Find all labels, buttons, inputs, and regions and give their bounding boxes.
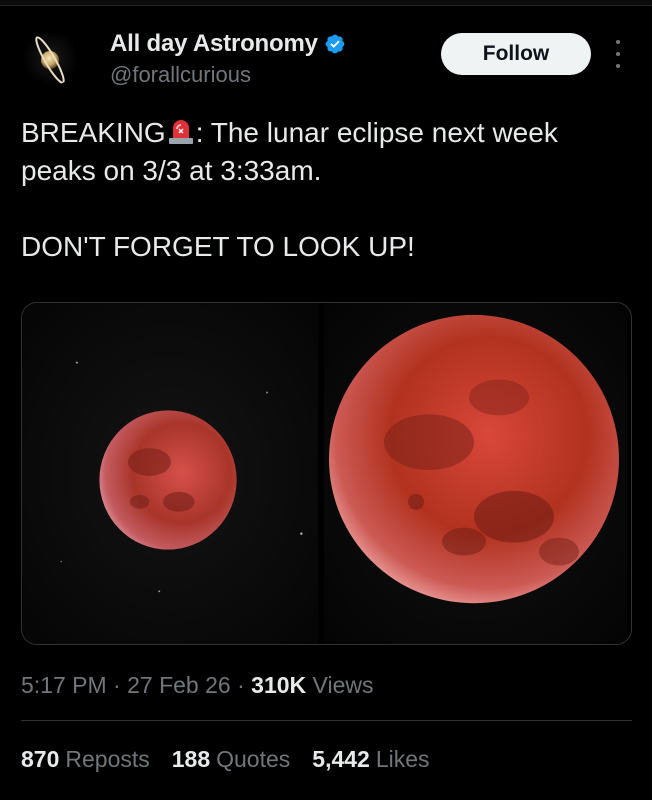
author-name[interactable]: All day Astronomy: [110, 30, 318, 58]
quotes-count: 188: [171, 746, 211, 772]
meta-separator: ·: [237, 672, 245, 698]
avatar[interactable]: [22, 30, 78, 86]
tweet-time[interactable]: 5:17 PM: [21, 672, 107, 698]
views-count: 310K: [251, 672, 307, 698]
follow-button[interactable]: Follow: [441, 33, 591, 75]
small-moon-image: [22, 303, 318, 644]
stats-divider: [21, 720, 632, 721]
tweet-date[interactable]: 27 Feb 26: [127, 672, 231, 698]
tweet-breaking-label: BREAKING: [21, 117, 166, 148]
likes-stat[interactable]: 5,442 Likes: [312, 746, 429, 773]
saturn-avatar-icon: [35, 36, 65, 84]
quotes-stat[interactable]: 188 Quotes: [172, 746, 291, 773]
large-moon-image: [324, 303, 627, 644]
likes-label: Likes: [375, 746, 430, 772]
likes-count: 5,442: [312, 746, 370, 772]
verified-badge-icon: [325, 34, 345, 54]
engagement-stats: 870 Reposts 188 Quotes 5,442 Likes: [21, 746, 430, 773]
views-label: Views: [312, 672, 374, 698]
meta-separator: ·: [113, 672, 121, 698]
tweet-meta: 5:17 PM · 27 Feb 26 · 310K Views: [21, 672, 373, 699]
more-options-icon[interactable]: [612, 40, 624, 68]
author-handle[interactable]: @forallcurious: [110, 62, 251, 88]
top-divider: [0, 0, 652, 6]
tweet-text: BREAKING : The lunar eclipse next week p…: [21, 114, 631, 266]
reposts-stat[interactable]: 870 Reposts: [21, 746, 150, 773]
lunar-eclipse-photo-small[interactable]: [22, 303, 324, 644]
media-grid[interactable]: [21, 302, 632, 645]
police-car-light-emoji-icon: [168, 120, 193, 144]
reposts-label: Reposts: [65, 746, 150, 772]
quotes-label: Quotes: [216, 746, 291, 772]
lunar-eclipse-photo-large[interactable]: [324, 303, 627, 644]
tweet-line2: DON'T FORGET TO LOOK UP!: [21, 231, 415, 262]
reposts-count: 870: [21, 746, 60, 772]
